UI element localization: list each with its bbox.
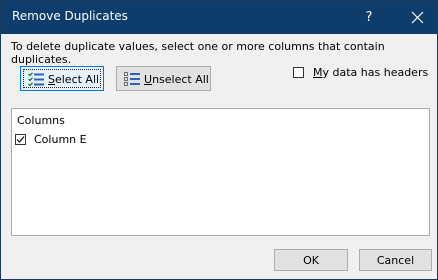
cancel-button[interactable]: Cancel — [359, 249, 432, 271]
columns-list-header: Columns — [17, 114, 65, 127]
ok-label: OK — [303, 254, 319, 267]
remove-duplicates-dialog: Remove Duplicates ? To delete duplicate … — [0, 0, 438, 280]
my-data-has-headers-label[interactable]: My data has headers — [313, 66, 428, 79]
ok-button[interactable]: OK — [274, 249, 348, 271]
close-icon — [411, 11, 424, 24]
select-all-label: Select All — [48, 73, 100, 86]
checkmark-icon — [16, 136, 25, 143]
unselect-all-button[interactable]: Unselect All — [116, 66, 211, 91]
title-bar[interactable]: Remove Duplicates ? — [1, 1, 437, 34]
help-button[interactable]: ? — [351, 1, 387, 34]
column-label: Column E — [34, 133, 87, 146]
my-data-has-headers-checkbox[interactable] — [293, 67, 304, 78]
select-all-icon — [28, 72, 44, 86]
instructions-text: To delete duplicate values, select one o… — [11, 40, 385, 66]
unselect-all-label: Unselect All — [144, 73, 209, 86]
cancel-label: Cancel — [376, 254, 415, 267]
column-checkbox[interactable] — [15, 134, 26, 145]
dialog-title: Remove Duplicates — [12, 9, 128, 23]
columns-list[interactable]: Columns Column E — [11, 108, 430, 236]
unselect-all-icon — [124, 72, 140, 86]
list-item[interactable]: Column E — [14, 131, 314, 149]
close-button[interactable] — [399, 1, 437, 34]
select-all-button[interactable]: Select All — [20, 66, 104, 91]
